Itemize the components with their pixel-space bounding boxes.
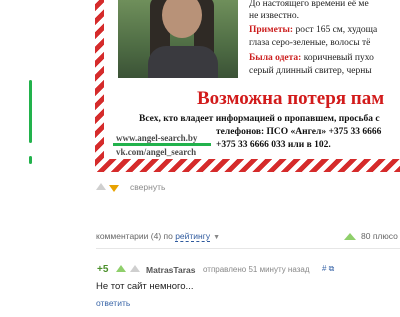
chevron-down-icon[interactable]: ▼ [213,234,220,241]
poster-signs-line-2: глаза серо-зеленые, волосы тё [249,38,371,48]
comment-author[interactable]: MatrasTaras [146,265,195,275]
poster-warning-title: Возможна потеря пам [197,88,385,109]
clothes-text: коричневый пухо [301,53,374,63]
comments-header: комментарии (4) по рейтингу ▼ [96,231,220,242]
comment-reply-link[interactable]: ответить [96,298,130,308]
comment-meta: отправлено 51 минуту назад [203,265,310,274]
left-green-bar [29,80,32,143]
poster-url-site: www.angel-search.by [116,133,198,143]
signs-label: Приметы: [249,25,294,35]
comments-count-label: комментарии (4) по [96,231,176,241]
comments-divider [96,248,400,249]
left-green-dot [29,156,32,164]
page: До настоящего времени её ме не известно.… [0,0,400,317]
poster-clothes-line-2: серый длинный свитер, черны [249,66,372,76]
pluses-up-icon [344,233,356,240]
url-highlight-underline [113,143,211,146]
poster-info-line-3: +375 33 6666 033 или в 102. [216,140,331,150]
post-vote-up-icon[interactable] [96,183,106,190]
pluses-count: 80 плюсо [361,231,398,241]
post-image[interactable]: До настоящего времени её ме не известно.… [95,0,400,172]
comment-score: +5 [97,264,109,275]
clothes-label: Была одета: [249,53,302,63]
poster-info-line-2: телефонов: ПСО «Ангел» +375 33 6666 [216,127,382,137]
missing-person-photo [118,0,238,78]
poster-clothes: Была одета: коричневый пухо [249,52,374,64]
poster-info-line-1: Всех, кто владеет информацией о пропавше… [139,114,380,124]
comment-vote-up-icon[interactable] [116,265,126,272]
comment-link-icon[interactable]: # ⧉ [322,264,334,274]
poster-content: До настоящего времени её ме не известно.… [104,0,400,159]
poster-url-vk: vk.com/angel_search [116,147,197,157]
signs-text: рост 165 см, худоща [293,25,378,35]
collapse-post-link[interactable]: свернуть [130,182,165,192]
poster-line-1: До настоящего времени её ме [249,0,369,9]
comment-text: Не тот сайт немного... [96,281,194,292]
comments-sort-link[interactable]: рейтингу [175,231,211,242]
comment-vote-up-secondary-icon[interactable] [130,265,140,272]
poster-line-2: не известно. [249,11,299,21]
post-vote-down-icon[interactable] [109,185,119,192]
poster-signs: Приметы: рост 165 см, худоща [249,24,377,36]
